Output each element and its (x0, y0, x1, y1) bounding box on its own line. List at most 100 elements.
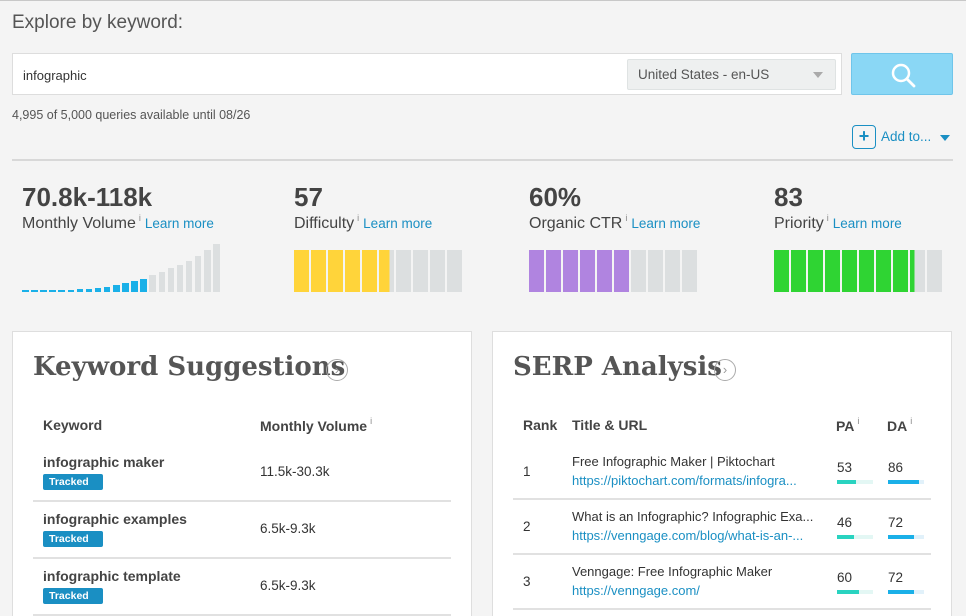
chevron-right-icon[interactable]: › (326, 359, 348, 381)
info-icon[interactable]: i (625, 213, 627, 223)
info-icon[interactable]: i (857, 416, 859, 426)
info-icon[interactable]: i (370, 416, 372, 426)
add-to-label: Add to... (881, 129, 932, 144)
chevron-right-icon[interactable]: › (714, 359, 736, 381)
gauge-segment (631, 250, 646, 292)
keyword-link[interactable]: infographic maker (43, 454, 164, 470)
learn-more-link[interactable]: Learn more (833, 216, 902, 231)
keyword-link[interactable]: infographic template (43, 568, 181, 584)
row-divider (513, 498, 931, 500)
metric-priority: 83 Priority i Learn more (774, 182, 942, 292)
gauge-segment (311, 250, 326, 292)
volume-trend-bars (22, 244, 222, 292)
query-quota-text: 4,995 of 5,000 queries available until 0… (12, 108, 251, 122)
gauge-segment (430, 250, 445, 292)
metric-label: Monthly Volume (22, 215, 136, 232)
column-header-da: DA i (887, 416, 912, 434)
pa-fill (837, 535, 854, 539)
volume-bar (194, 256, 202, 292)
panel-title: Keyword Suggestions (33, 352, 346, 382)
gauge-segment (362, 250, 377, 292)
section-divider (12, 159, 953, 161)
tracked-badge: Tracked (43, 531, 103, 547)
gauge-segment (774, 250, 789, 292)
info-icon[interactable]: i (357, 213, 359, 223)
volume-bar (40, 290, 47, 292)
serp-result-title: Free Infographic Maker | Piktochart (572, 454, 775, 469)
metric-value: 70.8k-118k (22, 182, 153, 212)
keyword-link[interactable]: infographic examples (43, 511, 187, 527)
tracked-badge: Tracked (43, 474, 103, 490)
volume-bar (94, 288, 102, 292)
info-icon[interactable]: i (139, 213, 141, 223)
serp-result-title: Venngage: Free Infographic Maker (572, 564, 773, 579)
serp-result-url[interactable]: https://piktochart.com/formats/infogra..… (572, 473, 797, 488)
volume-bar (122, 283, 129, 292)
row-divider (33, 557, 451, 559)
volume-bar (149, 275, 156, 292)
volume-bar (185, 261, 193, 292)
page-title: Explore by keyword: (12, 12, 184, 33)
column-header-label: Keyword (43, 417, 103, 433)
serp-result-url[interactable]: https://venngage.com/ (572, 583, 700, 598)
locale-select[interactable]: United States - en-US (627, 59, 836, 90)
gauge-segment (927, 250, 942, 292)
keyword-volume: 6.5k-9.3k (260, 578, 316, 593)
da-fill (888, 480, 919, 484)
learn-more-link[interactable]: Learn more (363, 216, 432, 231)
serp-pa-value: 53 (837, 460, 853, 475)
column-header-rank: Rank (523, 417, 557, 433)
volume-bar (67, 290, 74, 292)
keyword-suggestions-panel: Keyword Suggestions › Keyword Monthly Vo… (12, 331, 472, 616)
metric-label-row: Organic CTR i Learn more (529, 213, 700, 233)
serp-result-url[interactable]: https://venngage.com/blog/what-is-an-... (572, 528, 803, 543)
serp-da-value: 86 (888, 460, 904, 475)
search-bar: United States - en-US (12, 53, 842, 95)
keyword-volume: 11.5k-30.3k (260, 464, 330, 479)
info-icon[interactable]: i (910, 416, 912, 426)
serp-rank: 2 (523, 519, 531, 534)
serp-rank: 1 (523, 464, 531, 479)
gauge-segment (648, 250, 663, 292)
volume-bar (85, 289, 93, 292)
gauge-segment (791, 250, 806, 292)
search-icon (891, 63, 916, 88)
keyword-volume: 6.5k-9.3k (260, 521, 316, 536)
volume-bar (204, 250, 211, 292)
gauge-segment (842, 250, 857, 292)
gauge-segment (682, 250, 697, 292)
gauge-segment (529, 250, 544, 292)
gauge-segment (597, 250, 612, 292)
locale-selected-value: United States - en-US (638, 67, 770, 82)
keyword-search-input[interactable] (23, 64, 613, 86)
pa-fill (837, 590, 859, 594)
gauge-segment (580, 250, 595, 292)
volume-bar (49, 290, 56, 292)
gauge-segment (396, 250, 411, 292)
metric-label-row: Priority i Learn more (774, 213, 902, 233)
volume-bar (103, 287, 111, 292)
volume-bar (31, 290, 38, 292)
gauge-segment (447, 250, 462, 292)
column-header-label: DA (887, 418, 908, 434)
learn-more-link[interactable]: Learn more (631, 216, 700, 231)
metric-label-row: Difficulty i Learn more (294, 213, 432, 233)
column-header-pa: PA i (836, 416, 859, 434)
volume-bar (213, 244, 220, 292)
gauge-segment (345, 250, 360, 292)
da-fill (888, 535, 914, 539)
gauge-segment (893, 250, 908, 292)
column-header-label: Rank (523, 417, 558, 433)
serp-pa-value: 46 (837, 515, 853, 530)
metric-label-row: Monthly Volume i Learn more (22, 213, 214, 233)
metric-organic-ctr: 60% Organic CTR i Learn more (529, 182, 700, 292)
serp-analysis-panel: SERP Analysis › Rank Title & URL PA i DA i… (492, 331, 952, 616)
gauge-segment (563, 250, 578, 292)
volume-bar (113, 285, 120, 292)
learn-more-link[interactable]: Learn more (145, 216, 214, 231)
volume-bar (176, 265, 184, 292)
priority-gauge (774, 250, 944, 292)
info-icon[interactable]: i (827, 213, 829, 223)
gauge-segment (413, 250, 428, 292)
search-button[interactable] (851, 53, 953, 95)
